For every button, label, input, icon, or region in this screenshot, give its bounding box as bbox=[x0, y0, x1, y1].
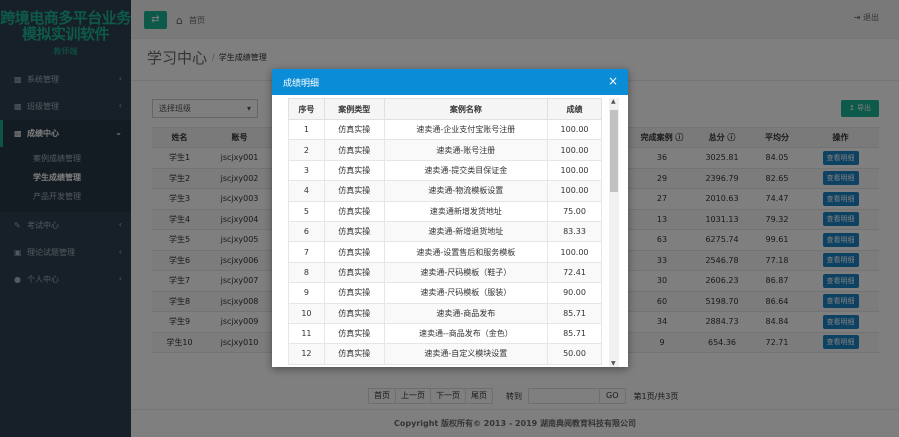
table-row: 10 仿真实操 速卖通-商品发布 85.71 bbox=[288, 302, 602, 324]
table-row: 11 仿真实操 速卖通--商品发布（金色） 85.71 bbox=[288, 322, 602, 345]
modal-header: 成绩明细 × bbox=[272, 69, 628, 95]
column-header-score: 成绩 bbox=[547, 98, 602, 120]
table-row: 4 仿真实操 速卖通-物流模板设置 100.00 bbox=[288, 180, 602, 202]
grade-detail-table: 序号 案例类型 案例名称 成绩 1 仿真实操 速卖通-企业支付宝账号注册 100.00… bbox=[288, 98, 602, 365]
scroll-down-icon[interactable]: ▼ bbox=[611, 360, 616, 367]
modal-title: 成绩明细 bbox=[283, 79, 320, 89]
scroll-up-icon[interactable]: ▲ bbox=[611, 98, 616, 105]
table-row: 1 仿真实操 速卖通-企业支付宝账号注册 100.00 bbox=[288, 118, 602, 141]
scrollbar-thumb[interactable] bbox=[610, 110, 618, 192]
table-row: 6 仿真实操 速卖通-新增退货地址 83.33 bbox=[288, 220, 602, 243]
column-header-case-name: 案例名称 bbox=[383, 98, 549, 120]
table-row: 2 仿真实操 速卖通-账号注册 100.00 bbox=[288, 139, 602, 161]
table-row: 12 仿真实操 速卖通-自定义模块设置 50.00 bbox=[288, 343, 602, 365]
table-row: 3 仿真实操 速卖通-提交类目保证金 100.00 bbox=[288, 159, 602, 182]
table-row: 7 仿真实操 速卖通-设置售后和服务模板 100.00 bbox=[288, 241, 602, 263]
table-row: 8 仿真实操 速卖通-尺码模板（鞋子） 72.41 bbox=[288, 261, 602, 284]
modal-scrollbar[interactable]: ▲ ▼ bbox=[609, 98, 619, 367]
column-header-no: 序号 bbox=[288, 98, 325, 120]
table-row: 9 仿真实操 速卖通-尺码模板（服装） 90.00 bbox=[288, 282, 602, 304]
table-header-row: 序号 案例类型 案例名称 成绩 bbox=[288, 98, 602, 120]
modal-body: 序号 案例类型 案例名称 成绩 1 仿真实操 速卖通-企业支付宝账号注册 100.00… bbox=[288, 95, 619, 367]
table-row: 5 仿真实操 速卖通新增发货地址 75.00 bbox=[288, 200, 602, 222]
column-header-type: 案例类型 bbox=[323, 98, 385, 120]
grade-detail-modal: 成绩明细 × 序号 案例类型 案例名称 成绩 1 仿真实操 速卖通-企业支付宝账号注… bbox=[272, 69, 628, 367]
close-icon[interactable]: × bbox=[608, 74, 618, 88]
